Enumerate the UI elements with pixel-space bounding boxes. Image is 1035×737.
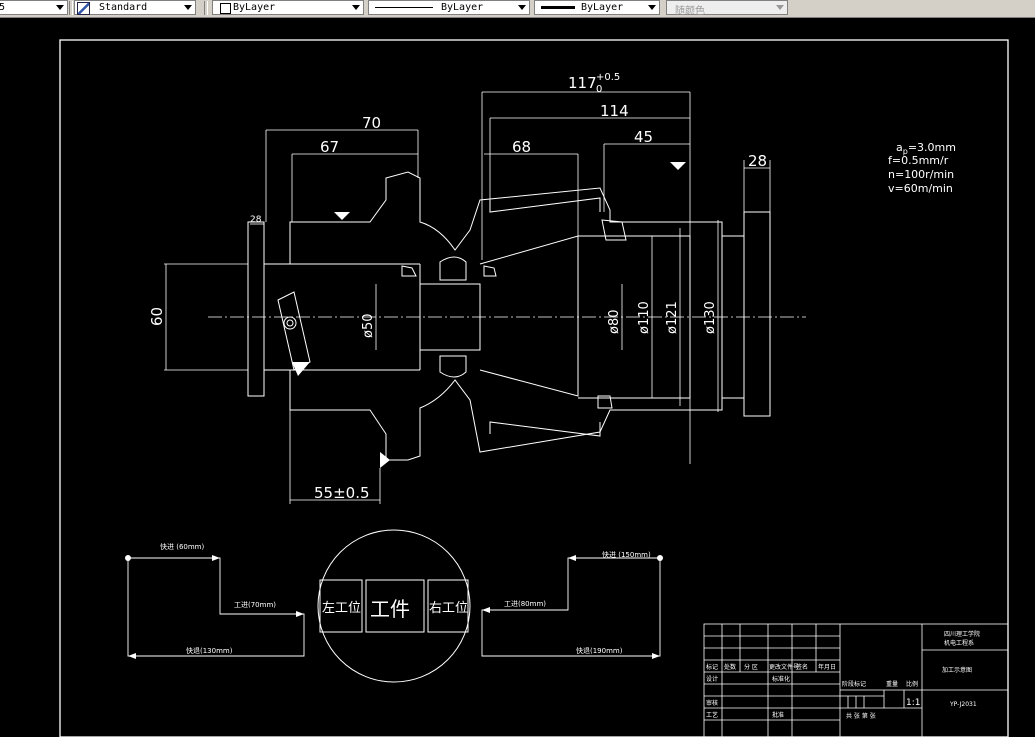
lineweight-sample-icon (541, 6, 575, 9)
param-velocity: v=60m/min (888, 182, 953, 195)
dim-dia-130: ø130 (703, 301, 718, 334)
dim-55: 55±0.5 (314, 484, 370, 502)
linetype-sample-icon (375, 7, 433, 8)
dim-28-left: 28 (250, 215, 262, 225)
dim-dia-110: ø110 (637, 301, 652, 334)
drawing-frame (59, 39, 1009, 737)
chevron-down-icon (56, 5, 64, 10)
header-date: 年月日 (818, 663, 836, 671)
chevron-down-icon (518, 5, 526, 10)
dim-117: 117 (568, 74, 597, 92)
left-station-label: 左工位 (322, 601, 361, 616)
right-fast-forward-label: 快进 (150mm) (602, 550, 651, 559)
color-dropdown[interactable]: 随颜色 (666, 0, 788, 17)
text-style-icon (77, 2, 90, 15)
left-fast-forward-label: 快进 (60mm) (160, 542, 205, 551)
chevron-down-icon (352, 5, 360, 10)
drawing-title: 加工示意图 (942, 666, 972, 674)
right-station-label: 右工位 (429, 601, 468, 616)
layer-dropdown[interactable]: ByLayer (212, 0, 364, 15)
scale-value: 1:1 (906, 698, 920, 708)
header-mark: 标记 (706, 663, 718, 671)
left-tool-holder (247, 221, 420, 397)
dim-scale-value: 5 (0, 2, 6, 13)
param-speed: n=100r/min (888, 168, 954, 181)
drawing-number: YP-J2031 (949, 701, 977, 708)
dimension-lines (164, 91, 771, 504)
arrow-left-icon (568, 555, 576, 561)
toolbar-separator (204, 1, 208, 15)
chevron-down-icon (776, 5, 784, 10)
label-standard: 标准化 (772, 675, 790, 683)
label-stage: 阶段标记 (842, 680, 866, 688)
linetype-dropdown[interactable]: ByLayer (368, 0, 530, 15)
param-feed: f=0.5mm/r (888, 154, 949, 167)
dim-114: 114 (600, 102, 629, 120)
arrow-right-icon (212, 555, 220, 561)
label-design: 设计 (706, 675, 718, 683)
drawing-canvas[interactable]: 117 +0.5 0 114 70 67 68 45 28 28 60 ø50 … (0, 18, 1035, 737)
dim-117-lower-tol: 0 (596, 84, 602, 95)
chevron-down-icon (184, 5, 192, 10)
dim-67: 67 (320, 138, 339, 156)
header-zone: 分 区 (744, 663, 758, 671)
toolbar-separator (69, 1, 73, 15)
right-start-point (657, 555, 663, 561)
label-sheets: 共 张 第 张 (846, 712, 876, 720)
cutting-tool-tips (401, 219, 627, 409)
header-count: 处数 (724, 663, 736, 671)
header-doc-no: 更改文件号 (769, 663, 799, 671)
dim-68: 68 (512, 138, 531, 156)
cutting-parameters: ap=3.0mm f=0.5mm/r n=100r/min v=60m/min (888, 141, 956, 195)
arrow-right-icon (296, 611, 304, 617)
text-style-value: Standard (99, 2, 148, 13)
left-motion-cycle (127, 557, 305, 657)
dim-dia-80: ø80 (607, 310, 622, 335)
arrow-left-icon (128, 653, 136, 659)
text-style-dropdown[interactable]: Standard (74, 0, 196, 15)
lineweight-value: ByLayer (581, 2, 624, 13)
workpiece-label: 工件 (370, 597, 410, 621)
chevron-down-icon (648, 5, 656, 10)
label-craft: 工艺 (706, 711, 718, 719)
label-weight: 重量 (886, 680, 898, 688)
lineweight-dropdown[interactable]: ByLayer (534, 0, 660, 15)
dim-28-top: 28 (748, 152, 767, 170)
surface-marks (292, 162, 686, 468)
dim-117-upper-tol: +0.5 (596, 72, 620, 83)
layer-value: ByLayer (233, 2, 276, 13)
label-ratio: 比例 (906, 680, 918, 688)
right-fast-return-label: 快退(190mm) (576, 646, 623, 655)
label-approve: 批准 (772, 711, 784, 719)
properties-toolbar: 5 Standard ByLayer ByLayer ByLayer 随颜色 (0, 0, 1035, 18)
color-value: 随颜色 (675, 6, 705, 17)
layer-color-swatch-icon (220, 3, 231, 14)
left-work-feed-label: 工进(70mm) (234, 601, 276, 609)
dim-scale-dropdown[interactable]: 5 (0, 0, 68, 15)
dim-dia-50: ø50 (361, 314, 376, 339)
left-start-point (125, 555, 131, 561)
left-fast-return-label: 快退(130mm) (186, 646, 233, 655)
label-review: 审核 (706, 699, 718, 707)
arrow-right-icon (652, 653, 660, 659)
dim-70: 70 (362, 114, 381, 132)
dim-45: 45 (634, 128, 653, 146)
department-name: 机电工程系 (944, 639, 974, 647)
arrow-left-icon (482, 607, 490, 613)
right-work-feed-label: 工进(80mm) (504, 600, 546, 608)
dim-dia-121: ø121 (665, 301, 680, 334)
dim-60: 60 (148, 307, 166, 326)
school-name: 四川理工学院 (944, 630, 980, 638)
linetype-value: ByLayer (441, 2, 484, 13)
header-sign: 签名 (796, 663, 808, 671)
